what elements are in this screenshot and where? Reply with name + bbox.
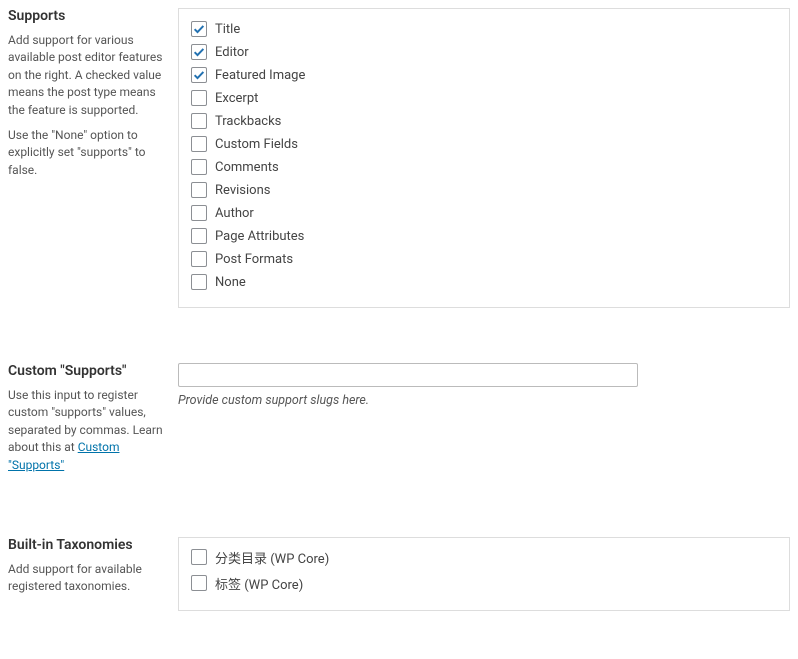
custom-supports-heading: Custom "Supports" bbox=[8, 363, 168, 379]
supports-option-checkbox[interactable] bbox=[191, 274, 207, 290]
supports-option-row: Post Formats bbox=[191, 251, 777, 267]
custom-supports-input[interactable] bbox=[178, 363, 638, 387]
check-icon bbox=[192, 45, 206, 59]
taxonomies-heading: Built-in Taxonomies bbox=[8, 537, 168, 553]
taxonomy-option-checkbox[interactable] bbox=[191, 575, 207, 591]
supports-option-row: Custom Fields bbox=[191, 136, 777, 152]
supports-option-label: Post Formats bbox=[215, 252, 293, 267]
supports-option-checkbox[interactable] bbox=[191, 67, 207, 83]
supports-option-row: Editor bbox=[191, 44, 777, 60]
supports-option-label: Custom Fields bbox=[215, 137, 298, 152]
supports-option-label: Revisions bbox=[215, 183, 270, 198]
supports-option-checkbox[interactable] bbox=[191, 113, 207, 129]
supports-option-checkbox[interactable] bbox=[191, 205, 207, 221]
supports-desc-1: Add support for various available post e… bbox=[8, 32, 168, 119]
taxonomies-options-panel: 分类目录 (WP Core) 标签 (WP Core) bbox=[178, 537, 790, 611]
check-icon bbox=[192, 68, 206, 82]
supports-option-checkbox[interactable] bbox=[191, 136, 207, 152]
supports-option-row: Excerpt bbox=[191, 90, 777, 106]
supports-option-label: Excerpt bbox=[215, 91, 258, 106]
supports-option-row: Author bbox=[191, 205, 777, 221]
supports-option-label: Trackbacks bbox=[215, 114, 281, 129]
supports-option-checkbox[interactable] bbox=[191, 21, 207, 37]
supports-option-row: Comments bbox=[191, 159, 777, 175]
taxonomies-desc: Add support for available registered tax… bbox=[8, 561, 168, 596]
supports-desc-2: Use the "None" option to explicitly set … bbox=[8, 127, 168, 179]
supports-option-checkbox[interactable] bbox=[191, 44, 207, 60]
supports-option-label: Author bbox=[215, 206, 254, 221]
supports-option-label: Title bbox=[215, 22, 240, 37]
supports-option-label: Comments bbox=[215, 160, 279, 175]
supports-option-checkbox[interactable] bbox=[191, 251, 207, 267]
custom-supports-desc: Use this input to register custom "suppo… bbox=[8, 387, 168, 474]
supports-option-row: None bbox=[191, 274, 777, 290]
supports-option-label: Featured Image bbox=[215, 68, 305, 83]
supports-option-label: Editor bbox=[215, 45, 249, 60]
supports-option-label: None bbox=[215, 275, 246, 290]
taxonomy-option-label: 标签 (WP Core) bbox=[215, 574, 303, 593]
custom-supports-hint: Provide custom support slugs here. bbox=[178, 393, 790, 408]
supports-option-checkbox[interactable] bbox=[191, 90, 207, 106]
taxonomy-option-label: 分类目录 (WP Core) bbox=[215, 548, 329, 567]
supports-option-row: Featured Image bbox=[191, 67, 777, 83]
taxonomy-option-checkbox[interactable] bbox=[191, 549, 207, 565]
supports-option-row: Title bbox=[191, 21, 777, 37]
check-icon bbox=[192, 22, 206, 36]
supports-option-row: Trackbacks bbox=[191, 113, 777, 129]
supports-options-panel: Title Editor Featured Image Excerpt Trackbac… bbox=[178, 8, 790, 308]
taxonomy-option-row: 分类目录 (WP Core) bbox=[191, 548, 777, 567]
supports-option-checkbox[interactable] bbox=[191, 159, 207, 175]
supports-option-row: Revisions bbox=[191, 182, 777, 198]
supports-option-checkbox[interactable] bbox=[191, 182, 207, 198]
supports-option-checkbox[interactable] bbox=[191, 228, 207, 244]
taxonomy-option-row: 标签 (WP Core) bbox=[191, 574, 777, 593]
supports-option-row: Page Attributes bbox=[191, 228, 777, 244]
supports-heading: Supports bbox=[8, 8, 168, 24]
supports-option-label: Page Attributes bbox=[215, 229, 304, 244]
